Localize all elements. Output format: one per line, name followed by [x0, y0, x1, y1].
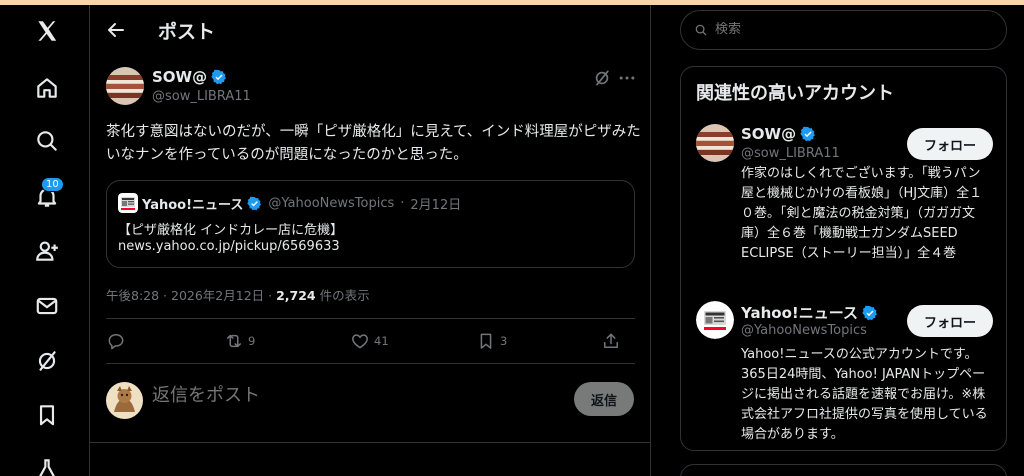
quoted-text-line: 【ピザ厳格化 インドカレー店に危機】 [118, 223, 344, 238]
reply-button[interactable] [106, 331, 126, 351]
repost-icon [227, 334, 241, 348]
account-name[interactable]: Yahoo!ニュース [741, 302, 878, 323]
post-header: ポスト [90, 5, 651, 55]
follow-button[interactable]: フォロー [907, 128, 993, 160]
bookmarks-icon[interactable] [29, 397, 65, 433]
author-name[interactable]: SOW@ [152, 68, 227, 86]
reply-input[interactable] [152, 385, 452, 406]
account-avatar[interactable] [696, 124, 734, 162]
quoted-post[interactable]: Yahoo!ニュース @YahooNewsTopics · 2月12日 【ピザ厳… [106, 180, 635, 268]
account-bio: Yahoo!ニュースの公式アカウントです。365日24時間、Yahoo! JAP… [741, 347, 988, 442]
account-handle[interactable]: @sow_LIBRA11 [741, 146, 840, 161]
primary-nav: 10 [0, 5, 90, 476]
quoted-author-handle: @YahooNewsTopics [268, 195, 395, 211]
labs-icon[interactable] [29, 451, 65, 476]
reply-icon [108, 334, 124, 350]
like-count: 41 [374, 334, 389, 348]
reply-composer: 返信 [90, 365, 651, 441]
notification-badge: 10 [41, 177, 64, 192]
verified-badge-icon [211, 69, 227, 85]
post-actions: 9 41 3 [106, 319, 635, 363]
related-accounts-panel: 関連性の高いアカウント SOW@ @sow_LIBRA11 フォロー 作家のはし… [680, 66, 1007, 451]
bookmark-count: 3 [500, 334, 508, 348]
account-avatar[interactable] [696, 301, 734, 339]
share-button[interactable] [601, 331, 621, 351]
follow-icon[interactable] [29, 233, 65, 269]
post-detail-column: ポスト SOW@ @sow_LIBRA11 茶化す意図はないのだが、一瞬「ピザ厳… [90, 5, 651, 476]
search-icon[interactable] [29, 123, 65, 159]
views-count: 2,724 [276, 288, 316, 303]
verified-badge-icon [800, 126, 816, 142]
share-icon [604, 333, 618, 348]
search-icon [695, 24, 707, 36]
verified-badge-icon [862, 305, 877, 320]
grok-icon[interactable] [29, 343, 65, 379]
account-name-text: Yahoo!ニュース [741, 304, 858, 322]
post-text: 茶化す意図はないのだが、一瞬「ピザ厳格化」に見えて、インド料理屋がピザみたいなナ… [106, 124, 641, 163]
post-timestamp[interactable]: 午後8:28 · 2026年2月12日 · [106, 288, 276, 303]
next-sidebar-panel [680, 464, 1007, 476]
account-name-text: SOW@ [741, 125, 797, 143]
current-user-avatar[interactable] [106, 382, 143, 419]
account-bio: 作家のはしくれでございます。「戦うパン屋と機械じかけの看板娘」（HJ文庫）全１０… [741, 166, 983, 261]
author-avatar[interactable] [106, 67, 144, 105]
quoted-author-name: Yahoo!ニュース [142, 197, 244, 213]
author-handle[interactable]: @sow_LIBRA11 [152, 89, 251, 104]
verified-badge-icon [247, 196, 262, 210]
author-name-text: SOW@ [152, 68, 208, 86]
page-title: ポスト [158, 21, 216, 43]
messages-icon[interactable] [29, 288, 65, 324]
divider [106, 363, 635, 364]
bookmark-icon [480, 333, 492, 349]
grok-explain-icon[interactable] [592, 68, 612, 88]
quoted-post-header: Yahoo!ニュース @YahooNewsTopics · 2月12日 [118, 193, 461, 213]
bookmark-button[interactable]: 3 [476, 331, 507, 351]
repost-button[interactable]: 9 [224, 331, 255, 351]
quoted-link[interactable]: news.yahoo.co.jp/pickup/6569633 [118, 239, 340, 254]
home-icon[interactable] [29, 70, 65, 106]
yahoo-news-avatar [118, 193, 138, 213]
more-options-icon[interactable] [617, 68, 637, 88]
search-input[interactable] [715, 22, 985, 37]
follow-button[interactable]: フォロー [907, 305, 993, 337]
quoted-date-separator: · [400, 195, 405, 211]
heart-icon [352, 334, 368, 349]
x-logo-icon[interactable] [29, 13, 65, 49]
account-name[interactable]: SOW@ [741, 125, 816, 143]
repost-count: 9 [248, 334, 256, 348]
like-button[interactable]: 41 [350, 331, 389, 351]
divider [90, 442, 651, 443]
back-arrow-icon[interactable] [104, 18, 128, 42]
related-accounts-title: 関連性の高いアカウント [696, 83, 894, 104]
reply-submit-button[interactable]: 返信 [574, 382, 634, 416]
account-handle[interactable]: @YahooNewsTopics [741, 323, 867, 338]
views-label: 件の表示 [315, 288, 370, 303]
quoted-date: 2月12日 [410, 197, 462, 213]
post-meta: 午後8:28 · 2026年2月12日 · 2,724 件の表示 [106, 285, 370, 304]
search-box[interactable] [680, 10, 1007, 50]
notifications-icon[interactable]: 10 [29, 177, 65, 215]
